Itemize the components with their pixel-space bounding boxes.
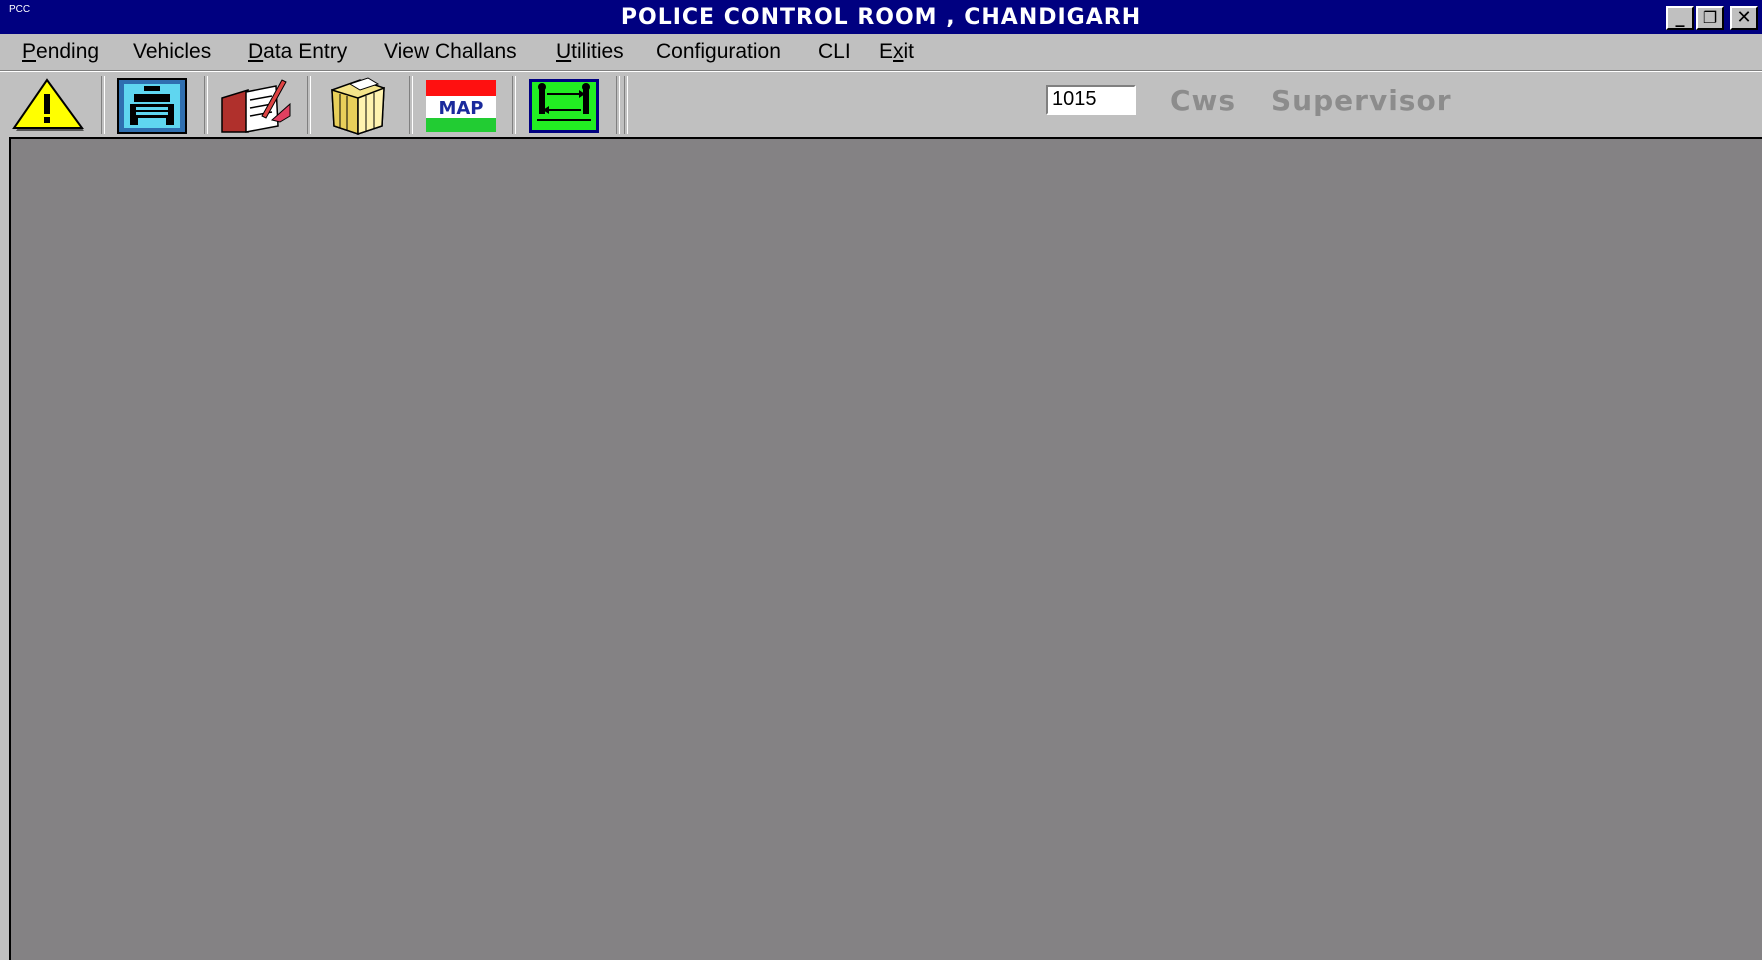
- menu-data-entry[interactable]: Data Entry: [248, 40, 347, 64]
- alerts-button[interactable]: [12, 76, 86, 136]
- menu-pending[interactable]: Pending: [22, 40, 99, 64]
- toolbar-separator: [409, 76, 413, 134]
- minimize-icon: _: [1675, 7, 1685, 28]
- restore-icon: ❐: [1702, 8, 1718, 27]
- menu-vehicles[interactable]: Vehicles: [133, 40, 211, 64]
- toolbar-separator: [307, 76, 311, 134]
- menu-configuration[interactable]: Configuration: [656, 40, 781, 64]
- title-bar[interactable]: PCC POLICE CONTROL ROOM , CHANDIGARH _ ❐…: [0, 0, 1762, 34]
- toolbar: MAP 1015 Cws Supervisor: [0, 71, 1762, 138]
- window-title: POLICE CONTROL ROOM , CHANDIGARH: [620, 5, 1142, 30]
- menu-exit[interactable]: Exit: [879, 40, 914, 64]
- menu-cli[interactable]: CLI: [818, 40, 851, 64]
- user-id-field[interactable]: 1015: [1046, 85, 1136, 115]
- menu-view-challans[interactable]: View Challans: [384, 40, 517, 64]
- toolbar-separator: [204, 76, 208, 134]
- user-role-label: Cws: [1170, 84, 1237, 117]
- restore-button[interactable]: ❐: [1696, 6, 1724, 30]
- toolbar-separator: [616, 76, 620, 134]
- transfer-button[interactable]: [527, 76, 601, 136]
- map-button[interactable]: MAP: [424, 76, 498, 136]
- minimize-button[interactable]: _: [1666, 6, 1694, 30]
- files-icon: [331, 77, 385, 136]
- menu-utilities[interactable]: Utilities: [556, 40, 624, 64]
- main-window: PCC POLICE CONTROL ROOM , CHANDIGARH _ ❐…: [0, 0, 1762, 960]
- map-icon: MAP: [426, 80, 496, 132]
- toolbar-separator: [101, 76, 105, 134]
- menu-bar: Pending Vehicles Data Entry View Challan…: [0, 34, 1762, 71]
- close-button[interactable]: ✕: [1730, 6, 1758, 30]
- close-icon: ✕: [1736, 7, 1752, 28]
- toolbar-separator: [512, 76, 516, 134]
- files-button[interactable]: [320, 76, 394, 136]
- mdi-client-area[interactable]: [9, 137, 1762, 960]
- warning-icon: [12, 78, 84, 131]
- data-entry-icon: [221, 79, 291, 133]
- map-icon-label: MAP: [438, 98, 483, 119]
- toolbar-separator: [624, 76, 628, 134]
- data-entry-button[interactable]: [218, 76, 292, 136]
- user-designation-label: Supervisor: [1271, 84, 1452, 117]
- transfer-icon: [529, 79, 599, 133]
- vehicles-button[interactable]: [116, 76, 190, 136]
- vehicle-icon: [117, 78, 187, 134]
